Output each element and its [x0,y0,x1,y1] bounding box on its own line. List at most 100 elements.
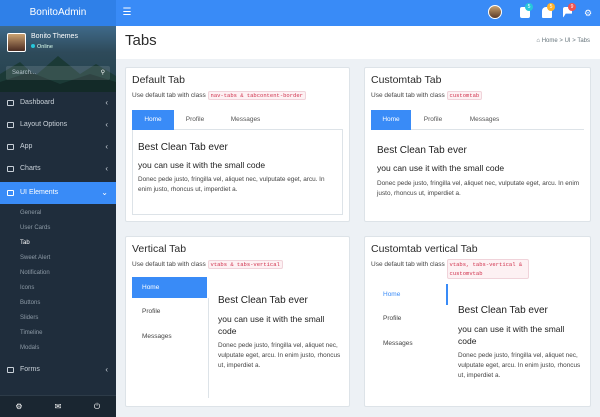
tab-messages[interactable]: Messages [373,333,448,354]
sidebar-item-layout-options[interactable]: Layout Options ‹ [0,114,116,136]
sidebar-item-label: Forms [20,366,40,373]
ui-icon [7,190,14,196]
breadcrumb-ui[interactable]: UI [565,38,571,44]
sidebar-item-label: UI Elements [20,189,59,196]
top-navbar: BonitoAdmin ☰ 5 5 9 ⚙ [0,0,600,26]
card-title: Customtab vertical Tab [371,243,478,255]
tab-bar: Home Profile Messages [132,110,343,130]
card-customtab-vertical-tab: Customtab vertical Tab Use default tab w… [364,236,591,407]
tab-home[interactable]: Home [132,110,174,130]
app-icon [7,144,14,150]
forms-icon [7,367,14,373]
sidebar-item-dashboard[interactable]: Dashboard ‹ [0,92,116,114]
class-code: vtabs, tabs-vertical & customvtab [446,259,529,279]
tab-home[interactable]: Home [371,110,411,130]
submenu-user-cards[interactable]: User Cards [0,221,116,235]
tab-messages[interactable]: Messages [132,326,207,347]
page-title: Tabs [125,32,157,49]
charts-icon [7,166,14,172]
home-icon: ⌂ [536,38,541,44]
submenu-modals[interactable]: Modals [0,341,116,355]
class-code: nav-tabs & tabcontent-border [207,91,306,100]
power-icon[interactable]: ⏻ [78,396,116,417]
card-default-tab: Default Tab Use default tab with class n… [125,67,350,222]
card-title: Customtab Tab [371,74,442,86]
gear-icon[interactable]: ⚙ [0,396,38,417]
search-input[interactable]: Search... ⚲ [6,66,110,80]
card-title: Default Tab [132,74,185,86]
content-heading: Best Clean Tab ever [458,305,548,316]
submenu-general[interactable]: General [0,206,116,220]
tab-divider [208,298,209,398]
chevron-left-icon: ‹ [105,120,108,129]
submenu-tab[interactable]: Tab [0,236,116,250]
search-icon[interactable]: ⚲ [101,66,105,80]
content-text: Donec pede justo, fringilla vel, aliquet… [377,180,580,197]
content-subheading: you can use it with the small code [458,324,565,346]
card-vertical-tab: Vertical Tab Use default tab with class … [125,236,350,407]
mail-icon[interactable]: ✉ [39,396,77,417]
dashboard-icon [7,100,14,106]
submenu-icons[interactable]: Icons [0,281,116,295]
sidebar-item-label: Dashboard [20,99,55,106]
app-logo[interactable]: BonitoAdmin [0,0,116,26]
card-title: Vertical Tab [132,243,187,255]
tab-profile[interactable]: Profile [373,308,448,329]
tab-content: Best Clean Tab ever you can use it with … [132,130,343,215]
content-text: Donec pede justo, fringilla vel, aliquet… [138,176,325,193]
notifications-icon[interactable]: 5 [542,3,555,18]
tab-profile[interactable]: Profile [413,110,453,130]
sidebar-item-app[interactable]: App ‹ [0,136,116,158]
submenu-timeline[interactable]: Timeline [0,326,116,340]
sidebar-item-forms[interactable]: Forms ‹ [0,359,116,381]
submenu-sliders[interactable]: Sliders [0,311,116,325]
messages-badge: 5 [525,3,533,11]
breadcrumb: ⌂ Home > UI > Tabs [536,38,590,44]
content-subheading: you can use it with the small code [138,160,266,170]
notifications-badge: 5 [547,3,555,11]
content-text: Donec pede justo, fringilla vel, aliquet… [458,352,581,379]
submenu-buttons[interactable]: Buttons [0,296,116,310]
vertical-tab-list: Home Profile Messages [373,284,448,364]
subtitle-text: Use default tab with class [371,92,445,99]
user-status: Online [31,44,53,50]
layout-icon [7,122,14,128]
card-customtab-tab: Customtab Tab Use default tab with class… [364,67,591,222]
tab-messages[interactable]: Messages [457,110,512,130]
online-dot-icon [31,44,35,48]
tab-home[interactable]: Home [373,284,448,305]
main-content: Tabs ⌂ Home > UI > Tabs Default Tab Use … [116,26,600,417]
sidebar: Bonito Themes Online Search... ⚲ Dashboar… [0,26,116,417]
content-subheading: you can use it with the small code [218,314,325,336]
submenu-sweet-alert[interactable]: Sweet Alert [0,251,116,265]
content-heading: Best Clean Tab ever [138,142,228,153]
card-subtitle: Use default tab with class nav-tabs & ta… [132,90,306,101]
chevron-left-icon: ‹ [105,164,108,173]
tab-messages[interactable]: Messages [218,110,273,130]
chevron-left-icon: ‹ [105,98,108,107]
sidebar-item-label: Charts [20,165,41,172]
card-subtitle: Use default tab with class vtabs & tabs-… [132,259,283,270]
chevron-left-icon: ‹ [105,365,108,374]
sidebar-item-ui-elements[interactable]: UI Elements ⌄ [0,182,116,204]
sidebar-item-label: App [20,143,33,150]
messages-icon[interactable]: 5 [520,3,533,18]
tab-bar: Home Profile Messages [371,110,584,130]
subtitle-text: Use default tab with class [371,261,445,268]
sidebar-item-charts[interactable]: Charts ‹ [0,158,116,180]
sidebar-footer: ⚙ ✉ ⏻ [0,395,116,417]
user-name[interactable]: Bonito Themes [31,33,78,40]
hamburger-icon[interactable]: ☰ [121,0,133,26]
tab-profile[interactable]: Profile [174,110,216,130]
chevron-down-icon: ⌄ [101,188,108,197]
breadcrumb-home[interactable]: Home [542,38,558,44]
tab-home[interactable]: Home [132,277,207,298]
class-code: vtabs & tabs-vertical [207,260,283,269]
submenu-notification[interactable]: Notification [0,266,116,280]
status-label: Online [37,44,53,50]
gear-icon[interactable]: ⚙ [584,0,592,26]
avatar[interactable] [7,33,26,52]
tab-profile[interactable]: Profile [132,301,207,322]
sidebar-item-label: Layout Options [20,121,68,128]
sidebar-profile: Bonito Themes Online Search... ⚲ [0,26,116,92]
